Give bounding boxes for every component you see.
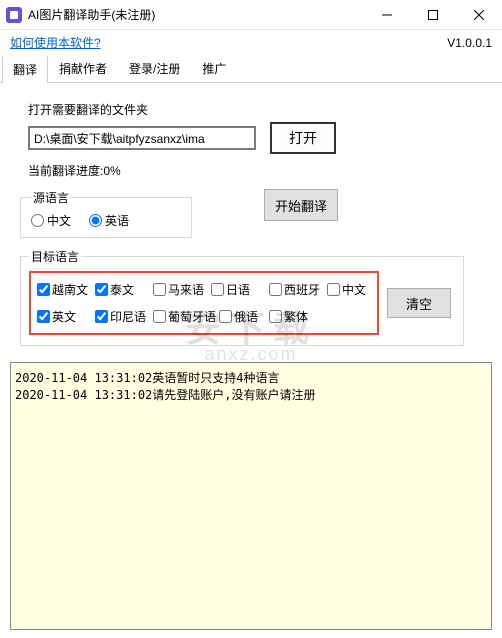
log-output[interactable]: 2020-11-04 13:31:02英语暂时只支持4种语言 2020-11-0… (10, 362, 492, 630)
window-controls (364, 0, 502, 30)
version-label: V1.0.0.1 (447, 36, 492, 50)
target-language-legend: 目标语言 (29, 248, 81, 265)
check-vietnamese[interactable]: 越南文 (37, 281, 95, 298)
check-japanese[interactable]: 日语 (211, 281, 269, 298)
check-thai[interactable]: 泰文 (95, 281, 153, 298)
tab-login[interactable]: 登录/注册 (118, 55, 191, 82)
check-english[interactable]: 英文 (37, 308, 95, 325)
app-icon (6, 7, 22, 23)
tab-promote[interactable]: 推广 (191, 55, 237, 82)
window-title: AI图片翻译助手(未注册) (28, 6, 364, 23)
help-link[interactable]: 如何使用本软件? (10, 34, 101, 51)
source-language-group: 源语言 中文 英语 (20, 189, 192, 238)
radio-english-input[interactable] (89, 214, 102, 227)
tab-donate[interactable]: 捐献作者 (48, 55, 118, 82)
open-button[interactable]: 打开 (270, 122, 336, 154)
minimize-button[interactable] (364, 0, 410, 30)
path-row: 打开 (28, 122, 490, 154)
progress-label: 当前翻译进度:0% (28, 162, 490, 179)
radio-english[interactable]: 英语 (89, 212, 129, 229)
check-portuguese[interactable]: 葡萄牙语 (153, 308, 219, 325)
clear-button[interactable]: 清空 (387, 288, 451, 318)
content-panel: 打开需要翻译的文件夹 打开 当前翻译进度:0% 源语言 中文 英语 开始翻译 目… (0, 83, 502, 354)
source-row: 源语言 中文 英语 开始翻译 (28, 189, 490, 238)
check-indonesian[interactable]: 印尼语 (95, 308, 153, 325)
check-traditional[interactable]: 繁体 (269, 308, 327, 325)
tab-translate[interactable]: 翻译 (2, 55, 48, 82)
close-button[interactable] (456, 0, 502, 30)
titlebar: AI图片翻译助手(未注册) (0, 0, 502, 30)
check-malay[interactable]: 马来语 (153, 281, 211, 298)
target-language-group: 目标语言 越南文 泰文 马来语 日语 西班牙 中文 英文 印尼语 葡萄牙语 俄语… (20, 248, 464, 346)
start-translate-button[interactable]: 开始翻译 (264, 189, 338, 221)
path-input[interactable] (28, 126, 256, 150)
check-russian[interactable]: 俄语 (219, 308, 269, 325)
top-row: 如何使用本软件? V1.0.0.1 (0, 30, 502, 53)
target-checkbox-grid: 越南文 泰文 马来语 日语 西班牙 中文 英文 印尼语 葡萄牙语 俄语 繁体 (29, 271, 379, 335)
check-chinese[interactable]: 中文 (327, 281, 367, 298)
radio-chinese-input[interactable] (31, 214, 44, 227)
check-spanish[interactable]: 西班牙 (269, 281, 327, 298)
radio-chinese[interactable]: 中文 (31, 212, 71, 229)
open-folder-label: 打开需要翻译的文件夹 (28, 101, 490, 118)
tab-bar: 翻译 捐献作者 登录/注册 推广 (0, 55, 502, 83)
maximize-button[interactable] (410, 0, 456, 30)
source-language-legend: 源语言 (31, 189, 71, 206)
